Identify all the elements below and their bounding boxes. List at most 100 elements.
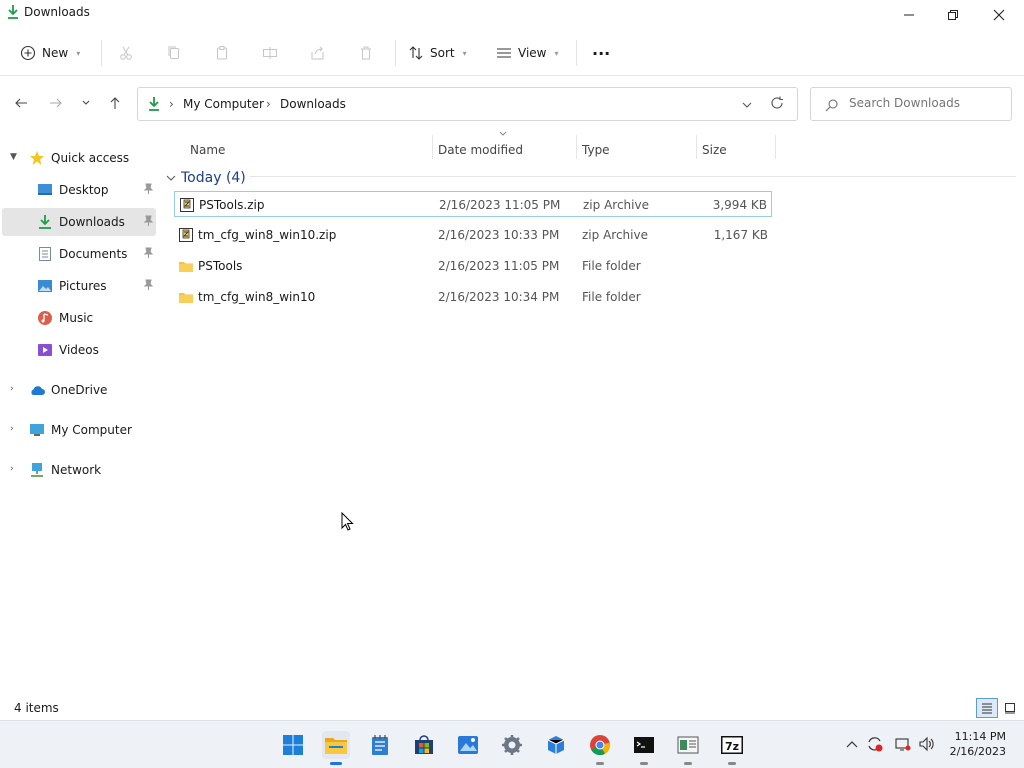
sidebar-item-music[interactable]: Music bbox=[2, 304, 156, 332]
pin-icon bbox=[143, 279, 154, 290]
tray-network[interactable] bbox=[894, 735, 912, 753]
chevron-right-icon[interactable]: › bbox=[10, 424, 14, 434]
copy-button[interactable] bbox=[162, 41, 186, 65]
clock-time: 11:14 PM bbox=[954, 730, 1006, 743]
minimize-icon bbox=[904, 14, 914, 16]
sidebar-item-onedrive[interactable]: › OneDrive bbox=[2, 376, 156, 404]
sort-button[interactable]: Sort ▾ bbox=[408, 38, 467, 68]
back-button[interactable] bbox=[9, 91, 33, 115]
tray-overflow-button[interactable] bbox=[843, 735, 861, 753]
table-row[interactable]: PSTools 2/16/2023 11:05 PM File folder bbox=[174, 253, 772, 279]
sidebar-item-desktop[interactable]: Desktop bbox=[2, 176, 156, 204]
view-label: View bbox=[518, 46, 547, 60]
column-divider[interactable] bbox=[696, 135, 697, 159]
taskbar-file-explorer[interactable] bbox=[322, 731, 350, 765]
desktop-icon bbox=[38, 184, 52, 195]
column-divider[interactable] bbox=[432, 135, 433, 159]
column-header-name[interactable]: Name bbox=[190, 137, 225, 163]
restore-button[interactable] bbox=[930, 0, 976, 30]
folder-icon bbox=[179, 262, 193, 272]
chevron-down-icon: ▾ bbox=[554, 48, 559, 58]
view-button[interactable]: View ▾ bbox=[496, 38, 559, 68]
file-name: PSTools.zip bbox=[199, 198, 265, 212]
tray-volume[interactable] bbox=[918, 735, 936, 753]
taskbar-7zip[interactable]: 7z bbox=[718, 731, 746, 765]
sidebar-item-quick-access[interactable]: ▼ Quick access bbox=[2, 144, 156, 172]
taskbar-settings[interactable] bbox=[498, 731, 526, 759]
documents-icon bbox=[39, 247, 51, 261]
cube-app-icon bbox=[547, 736, 565, 754]
address-dropdown-icon[interactable] bbox=[742, 100, 752, 110]
delete-button[interactable] bbox=[354, 41, 378, 65]
more-options-button[interactable]: ... bbox=[592, 34, 610, 64]
column-header-type[interactable]: Type bbox=[582, 137, 610, 163]
sidebar-item-documents[interactable]: Documents bbox=[2, 240, 156, 268]
cut-button[interactable] bbox=[114, 41, 138, 65]
tray-sync-status[interactable] bbox=[866, 735, 884, 753]
taskbar-clock[interactable]: 11:14 PM 2/16/2023 bbox=[950, 729, 1006, 759]
pictures-icon bbox=[38, 280, 52, 292]
rename-button[interactable] bbox=[258, 41, 282, 65]
taskbar-app-window[interactable] bbox=[674, 731, 702, 765]
details-view-button[interactable] bbox=[976, 698, 998, 718]
table-row[interactable]: tm_cfg_win8_win10 2/16/2023 10:34 PM Fil… bbox=[174, 284, 772, 310]
table-row[interactable]: PSTools.zip 2/16/2023 11:05 PM zip Archi… bbox=[174, 191, 772, 217]
column-divider[interactable] bbox=[576, 135, 577, 159]
sidebar-item-network[interactable]: › Network bbox=[2, 456, 156, 484]
file-size: 3,994 KB bbox=[712, 198, 767, 212]
recent-locations-button[interactable] bbox=[74, 91, 98, 115]
address-bar[interactable]: › My Computer › Downloads bbox=[137, 87, 798, 121]
chevron-down-icon[interactable]: ▼ bbox=[10, 152, 17, 162]
status-bar: 4 items bbox=[0, 696, 1024, 720]
group-header-today[interactable]: Today (4) bbox=[166, 167, 246, 189]
column-header-date-modified[interactable]: Date modified bbox=[438, 137, 523, 163]
table-row[interactable]: tm_cfg_win8_win10.zip 2/16/2023 10:33 PM… bbox=[174, 222, 772, 248]
cut-icon bbox=[120, 46, 132, 60]
search-box[interactable] bbox=[810, 87, 1012, 121]
chevron-right-icon[interactable]: › bbox=[10, 464, 14, 474]
breadcrumb-downloads[interactable]: Downloads bbox=[280, 97, 346, 111]
refresh-button[interactable] bbox=[770, 96, 784, 113]
breadcrumb-my-computer[interactable]: My Computer bbox=[183, 97, 264, 111]
group-divider bbox=[250, 176, 1016, 177]
taskbar-terminal[interactable] bbox=[630, 731, 658, 765]
clock-date: 2/16/2023 bbox=[949, 745, 1006, 758]
file-date: 2/16/2023 11:05 PM bbox=[438, 259, 560, 273]
download-icon bbox=[39, 215, 51, 229]
taskbar-store[interactable] bbox=[410, 731, 438, 759]
chevron-right-icon: › bbox=[266, 97, 271, 111]
chevron-right-icon: › bbox=[169, 97, 174, 111]
rename-icon bbox=[263, 47, 277, 59]
share-button[interactable] bbox=[306, 41, 330, 65]
copy-icon bbox=[168, 46, 179, 59]
up-button[interactable] bbox=[103, 91, 127, 115]
sort-label: Sort bbox=[430, 46, 455, 60]
start-button[interactable] bbox=[279, 731, 307, 759]
sidebar-label: Videos bbox=[59, 343, 99, 357]
search-input[interactable] bbox=[849, 96, 1004, 110]
speaker-icon bbox=[919, 736, 934, 752]
minimize-button[interactable] bbox=[886, 0, 932, 30]
chevron-right-icon[interactable]: › bbox=[10, 384, 14, 394]
forward-button[interactable] bbox=[44, 91, 68, 115]
sidebar-label: Pictures bbox=[59, 279, 107, 293]
taskbar-chrome[interactable] bbox=[586, 731, 614, 765]
taskbar-cube-app[interactable] bbox=[542, 731, 570, 759]
refresh-icon bbox=[771, 96, 783, 109]
column-divider[interactable] bbox=[775, 135, 776, 159]
sidebar-item-videos[interactable]: Videos bbox=[2, 336, 156, 364]
app-window-icon bbox=[677, 736, 699, 754]
tiles-view-button[interactable] bbox=[1002, 700, 1018, 716]
paste-button[interactable] bbox=[210, 41, 234, 65]
new-button[interactable]: New ▾ bbox=[20, 38, 80, 68]
column-header-size[interactable]: Size bbox=[702, 137, 727, 163]
close-icon bbox=[993, 9, 1005, 21]
sidebar-item-pictures[interactable]: Pictures bbox=[2, 272, 156, 300]
sidebar-item-my-computer[interactable]: › My Computer bbox=[2, 416, 156, 444]
taskbar-notepad[interactable] bbox=[366, 731, 394, 759]
taskbar-photos[interactable] bbox=[454, 731, 482, 759]
sidebar-item-downloads[interactable]: Downloads bbox=[2, 208, 156, 236]
music-icon bbox=[38, 311, 52, 325]
close-button[interactable] bbox=[976, 0, 1022, 30]
sidebar-label: Quick access bbox=[51, 151, 130, 165]
